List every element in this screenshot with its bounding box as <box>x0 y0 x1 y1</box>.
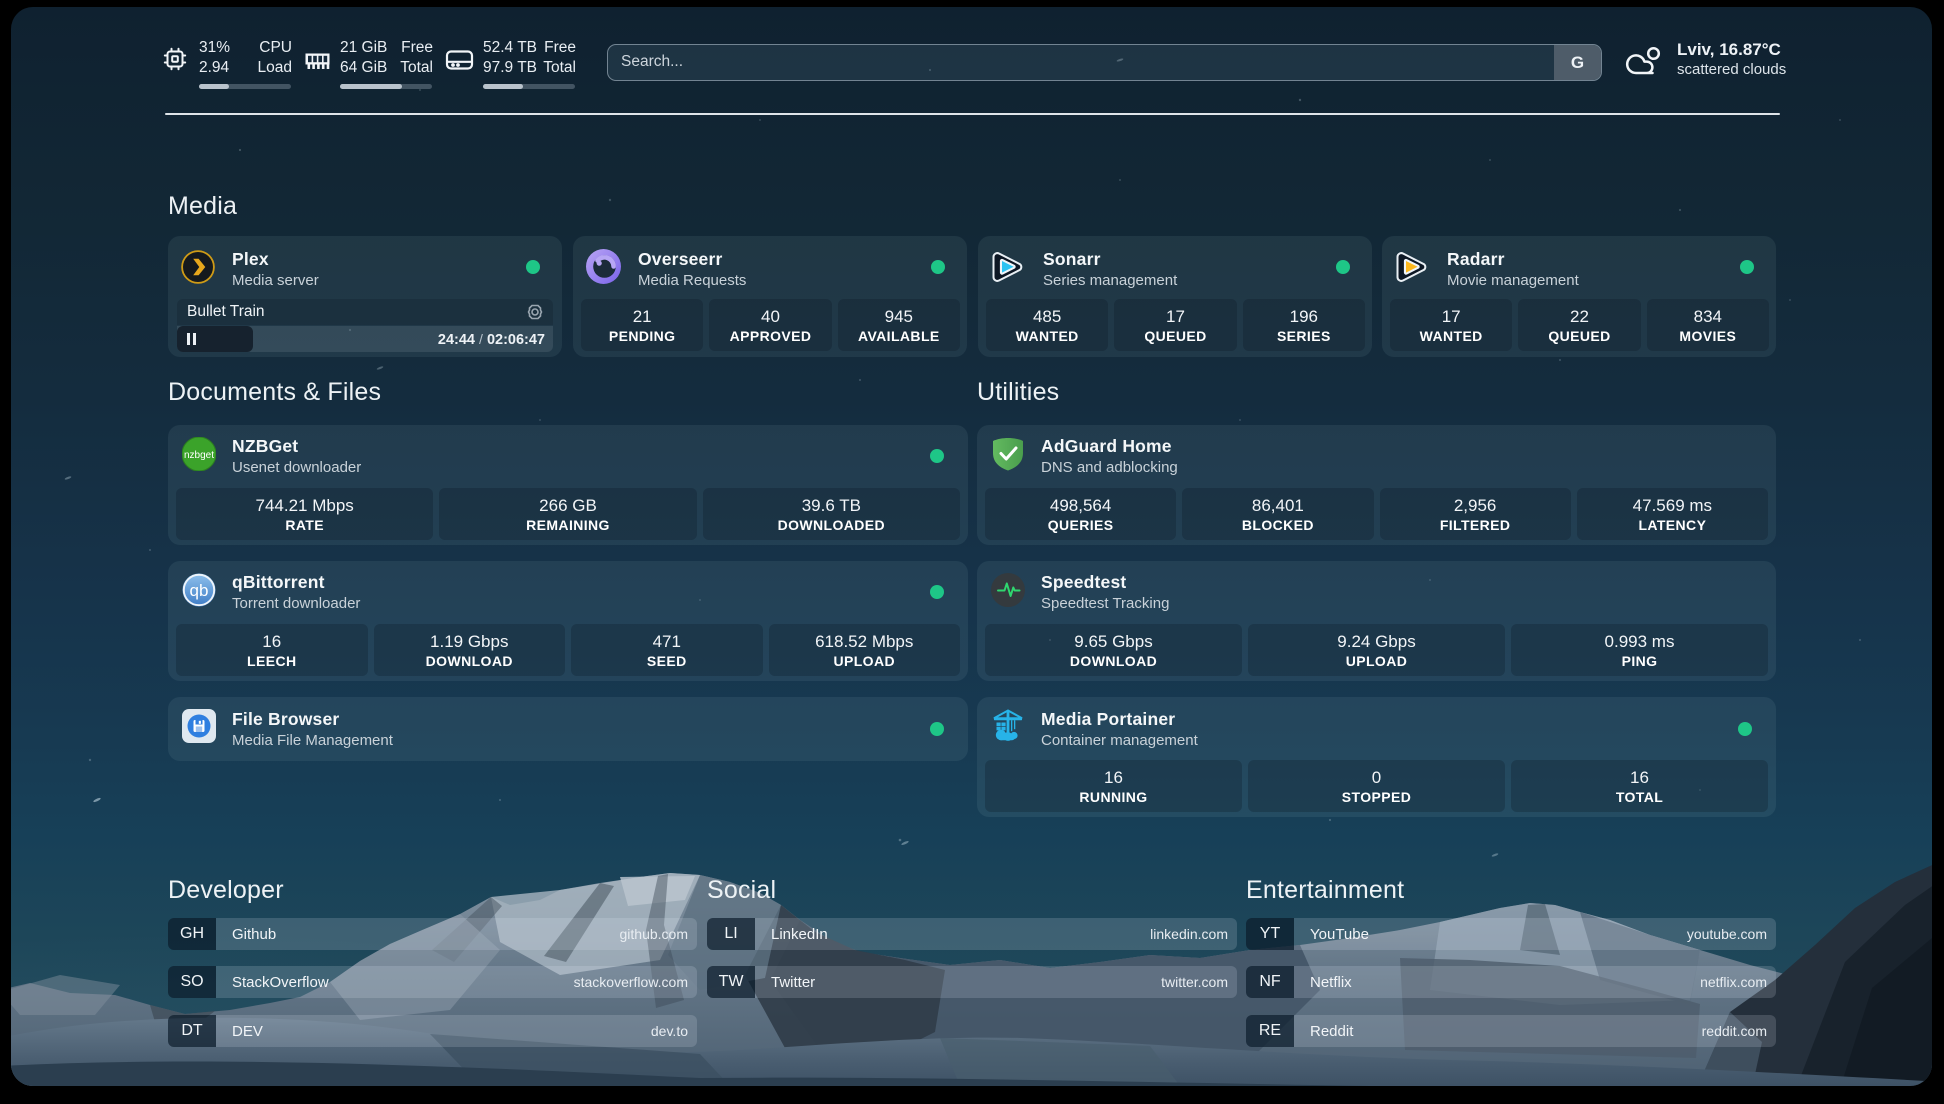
svg-text:nzbget: nzbget <box>184 450 214 461</box>
svg-text:qb: qb <box>190 581 209 600</box>
